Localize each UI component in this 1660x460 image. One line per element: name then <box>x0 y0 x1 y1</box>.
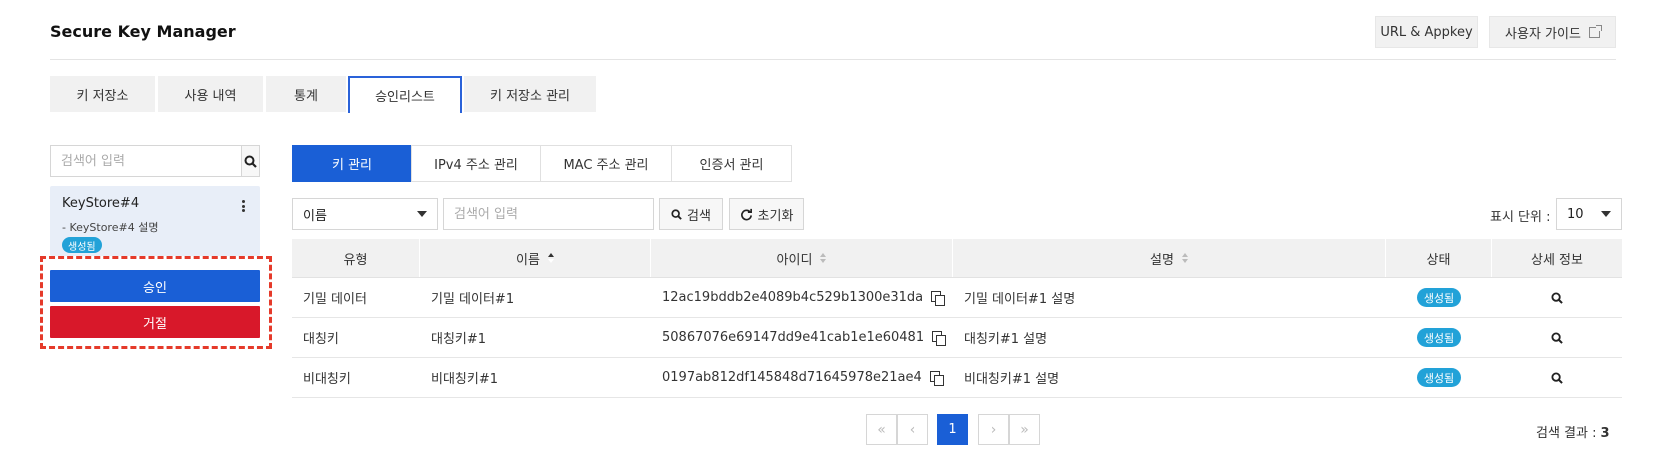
sort-icon[interactable] <box>820 253 827 263</box>
tab-statistics[interactable]: 통계 <box>266 76 346 112</box>
chevron-down-icon <box>1601 211 1611 217</box>
subtab-certificate-management[interactable]: 인증서 관리 <box>671 145 792 182</box>
detail-search-icon[interactable] <box>1551 331 1563 344</box>
keystore-status-badge: 생성됨 <box>62 237 102 253</box>
page-1-button[interactable]: 1 <box>937 414 968 445</box>
more-vertical-icon[interactable] <box>237 198 249 214</box>
column-type: 유형 <box>292 239 420 277</box>
page-size-value: 10 <box>1567 206 1584 222</box>
cell-description: 기밀 데이터#1 설명 <box>964 292 1076 307</box>
cell-name: 기밀 데이터#1 <box>431 292 515 307</box>
refresh-icon <box>740 208 752 220</box>
status-badge: 생성됨 <box>1416 328 1462 347</box>
cell-status: 생성됨 <box>1386 318 1492 357</box>
user-guide-label: 사용자 가이드 <box>1505 26 1581 42</box>
sidebar-search <box>50 145 260 177</box>
column-status: 상태 <box>1386 239 1492 277</box>
copy-icon[interactable] <box>932 331 947 346</box>
prev-page-button[interactable]: ‹ <box>897 414 928 445</box>
next-page-button[interactable]: › <box>978 414 1009 445</box>
search-result-label: 검색 결과 : <box>1536 426 1597 441</box>
subtab-key-management[interactable]: 키 관리 <box>292 145 412 182</box>
cell-name: 대칭키#1 <box>431 332 487 347</box>
search-result-count: 검색 결과 :3 <box>1536 422 1610 441</box>
reject-button[interactable]: 거절 <box>50 306 260 338</box>
cell-id: 50867076e69147dd9e41cab1e1e60481 <box>651 318 953 357</box>
table-header: 유형 이름 아이디 설명 상태 상세 정보 <box>292 239 1622 278</box>
detail-search-icon[interactable] <box>1551 291 1563 304</box>
cell-details <box>1492 358 1622 397</box>
cell-type: 기밀 데이터 <box>303 292 367 307</box>
tab-keystore-management[interactable]: 키 저장소 관리 <box>464 76 596 112</box>
reset-button[interactable]: 초기화 <box>729 198 804 230</box>
url-appkey-button[interactable]: URL & Appkey <box>1375 16 1478 48</box>
search-field-select[interactable]: 이름 <box>292 198 438 230</box>
tab-approval-list[interactable]: 승인리스트 <box>348 76 462 113</box>
keystore-description: - KeyStore#4 설명 <box>62 221 159 234</box>
copy-icon[interactable] <box>929 371 944 386</box>
first-page-button[interactable]: « <box>866 414 897 445</box>
sort-ascending-icon[interactable] <box>547 253 554 263</box>
table-row: 기밀 데이터 기밀 데이터#1 12ac19bddb2e4089b4c529b1… <box>292 278 1622 318</box>
search-button-label: 검색 <box>687 208 711 224</box>
column-id[interactable]: 아이디 <box>651 239 953 277</box>
detail-search-icon[interactable] <box>1551 371 1563 384</box>
table-row: 비대칭키 비대칭키#1 0197ab812df145848d71645978e2… <box>292 358 1622 398</box>
search-icon <box>244 155 257 168</box>
cell-status: 생성됨 <box>1386 278 1492 317</box>
sidebar-search-input[interactable] <box>51 146 241 176</box>
sort-icon[interactable] <box>1181 253 1188 263</box>
column-description[interactable]: 설명 <box>953 239 1386 277</box>
app-title: Secure Key Manager <box>50 22 236 41</box>
status-badge: 생성됨 <box>1416 368 1462 387</box>
key-table: 유형 이름 아이디 설명 상태 상세 정보 기밀 데이터 기밀 데이터#1 12… <box>292 239 1622 398</box>
cell-id: 12ac19bddb2e4089b4c529b1300e31da <box>651 278 953 317</box>
cell-status: 생성됨 <box>1386 358 1492 397</box>
chevron-down-icon <box>417 211 427 217</box>
external-link-icon <box>1588 24 1602 38</box>
search-field-value: 이름 <box>303 208 327 224</box>
cell-id: 0197ab812df145848d71645978e21ae4 <box>651 358 953 397</box>
search-result-value: 3 <box>1600 426 1610 441</box>
cell-name: 비대칭키#1 <box>431 372 499 387</box>
approve-button[interactable]: 승인 <box>50 270 260 302</box>
keystore-name: KeyStore#4 <box>62 196 140 211</box>
search-icon <box>671 208 682 220</box>
subtab-mac-management[interactable]: MAC 주소 관리 <box>540 145 672 182</box>
tab-usage-history[interactable]: 사용 내역 <box>158 76 263 112</box>
tab-keystore[interactable]: 키 저장소 <box>50 76 155 112</box>
copy-icon[interactable] <box>931 291 946 306</box>
reset-button-label: 초기화 <box>757 208 794 224</box>
subtab-ipv4-management[interactable]: IPv4 주소 관리 <box>411 145 541 182</box>
table-row: 대칭키 대칭키#1 50867076e69147dd9e41cab1e1e604… <box>292 318 1622 358</box>
sidebar-search-button[interactable] <box>241 146 259 176</box>
last-page-button[interactable]: » <box>1009 414 1040 445</box>
column-details: 상세 정보 <box>1531 252 1583 268</box>
user-guide-button[interactable]: 사용자 가이드 <box>1489 16 1616 48</box>
cell-details <box>1492 278 1622 317</box>
keystore-card[interactable]: KeyStore#4 - KeyStore#4 설명 생성됨 <box>50 186 260 256</box>
page-size-select[interactable]: 10 <box>1556 198 1622 230</box>
cell-details <box>1492 318 1622 357</box>
filter-search-input[interactable] <box>443 198 654 230</box>
search-button[interactable]: 검색 <box>659 198 723 230</box>
cell-type: 비대칭키 <box>303 372 351 387</box>
cell-description: 비대칭키#1 설명 <box>964 372 1060 387</box>
header-divider <box>50 59 1616 60</box>
column-name[interactable]: 이름 <box>420 239 651 277</box>
status-badge: 생성됨 <box>1416 288 1462 307</box>
cell-type: 대칭키 <box>303 332 339 347</box>
cell-description: 대칭키#1 설명 <box>964 332 1048 347</box>
page-size-label: 표시 단위 : <box>1490 210 1551 225</box>
